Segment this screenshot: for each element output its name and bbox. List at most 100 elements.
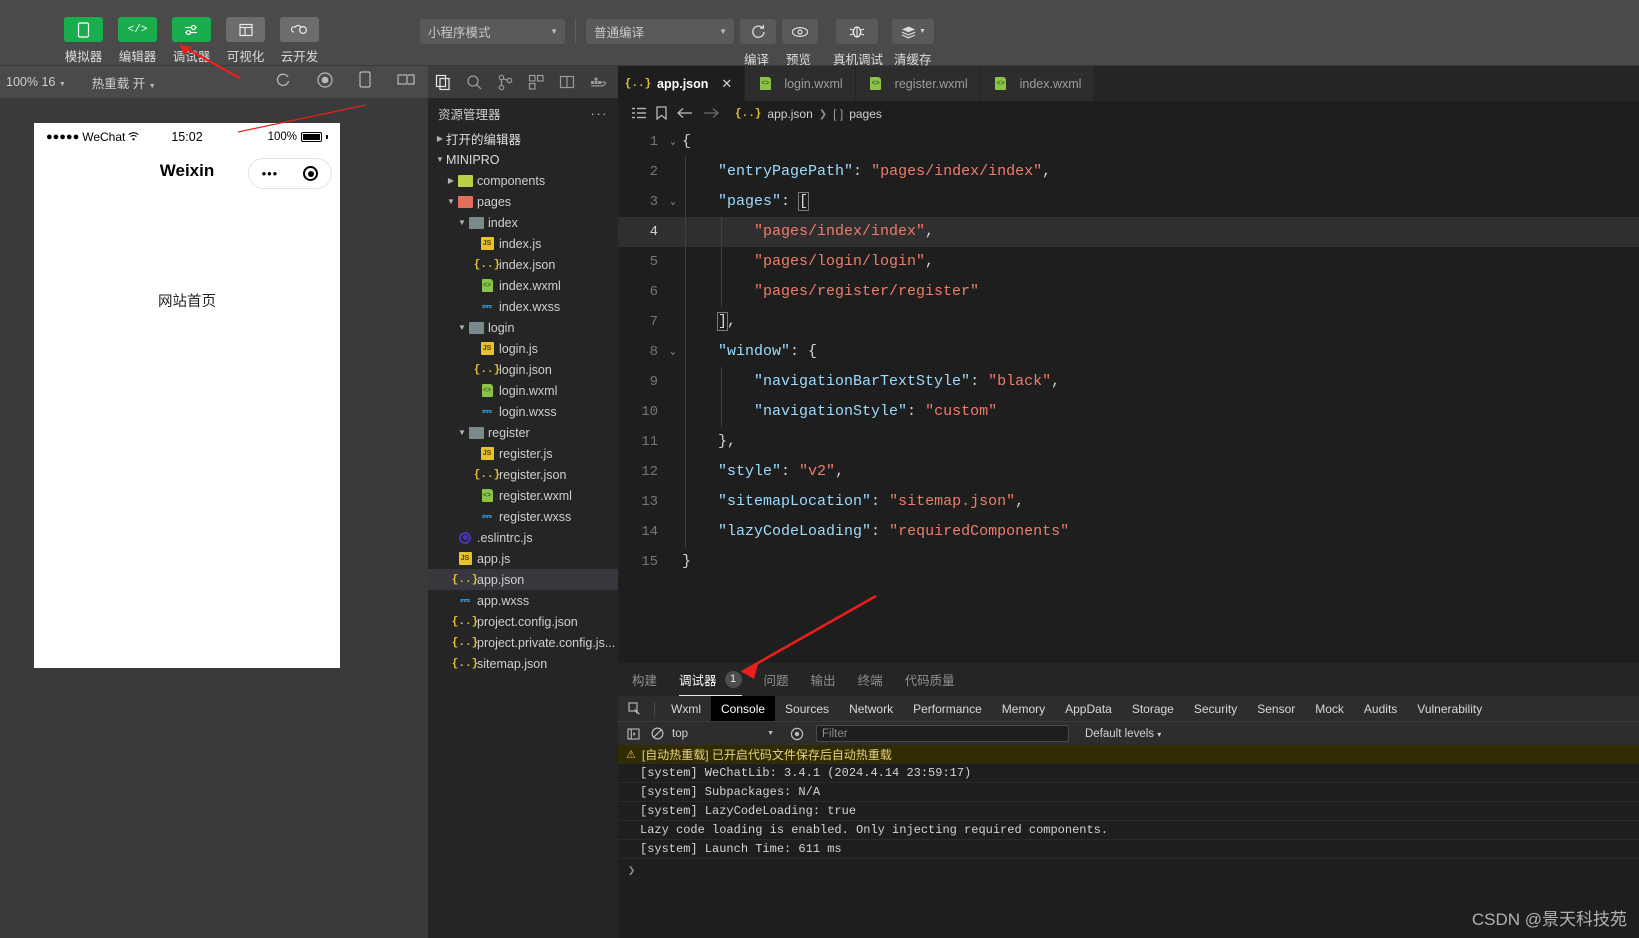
target-icon[interactable] xyxy=(303,166,319,181)
devtools-tab-Memory[interactable]: Memory xyxy=(992,696,1055,721)
chevron-down-icon[interactable]: ▼ xyxy=(456,323,468,332)
chevron-down-icon[interactable]: ▼ xyxy=(456,428,468,437)
code-line[interactable]: 12 "style": "v2", xyxy=(618,457,1639,487)
tree-item[interactable]: ▪<> index.wxml xyxy=(428,275,618,296)
code-line[interactable]: 3 ⌄ "pages": [ xyxy=(618,187,1639,217)
editor-tab-bar[interactable]: {..} app.json ✕ <> login.wxml <> register.wxml… xyxy=(618,66,1639,101)
panel-tab-代码质量[interactable]: 代码质量 xyxy=(905,663,955,696)
devtools-tab-Audits[interactable]: Audits xyxy=(1354,696,1407,721)
devtools-tab-Storage[interactable]: Storage xyxy=(1122,696,1184,721)
panel-tab-终端[interactable]: 终端 xyxy=(858,663,883,696)
code-line[interactable]: 4 "pages/index/index", xyxy=(618,217,1639,247)
more-icon[interactable]: ••• xyxy=(262,166,279,181)
tree-item[interactable]: ▪{..}app.json xyxy=(428,569,618,590)
live-expression-icon[interactable] xyxy=(788,727,806,741)
tree-item[interactable]: ▼ index xyxy=(428,212,618,233)
devtools-tab-Wxml[interactable]: Wxml xyxy=(661,696,711,721)
editor-tab-app.json[interactable]: {..} app.json ✕ xyxy=(618,66,746,101)
devtools-tab-Console[interactable]: Console xyxy=(711,696,776,721)
tree-item[interactable]: ▶ components xyxy=(428,170,618,191)
devtools-tab-Performance[interactable]: Performance xyxy=(903,696,992,721)
code-line[interactable]: 7 ], xyxy=(618,307,1639,337)
editor-tab-register.wxml[interactable]: <> register.wxml xyxy=(855,66,981,101)
bookmark-icon[interactable] xyxy=(656,105,667,123)
console-log-list[interactable]: ⚠ [自动热重载] 已开启代码文件保存后自动热重载 [system] WeChatL… xyxy=(618,745,1639,859)
tree-item[interactable]: ▪JS register.js xyxy=(428,443,618,464)
panel-tab-bar[interactable]: 构建 调试器 1 问题 输出 终端 代码质量 xyxy=(618,663,1639,696)
code-line[interactable]: 8 ⌄ "window": { xyxy=(618,337,1639,367)
files-icon[interactable] xyxy=(428,66,459,98)
console-log-row[interactable]: [system] Launch Time: 611 ms xyxy=(618,840,1639,859)
chevron-right-icon[interactable]: ▶ xyxy=(445,176,457,185)
tree-item[interactable]: ▼ login xyxy=(428,317,618,338)
outline-icon[interactable] xyxy=(632,107,646,122)
compile-button[interactable]: 编译 xyxy=(740,19,776,67)
editor-tab-index.wxml[interactable]: <> index.wxml xyxy=(980,66,1095,101)
code-area[interactable]: 1 ⌄{2 "entryPagePath": "pages/index/index… xyxy=(618,127,1639,663)
code-line[interactable]: 13 "sitemapLocation": "sitemap.json", xyxy=(618,487,1639,517)
device-icon[interactable] xyxy=(359,71,371,93)
clear-console-icon[interactable] xyxy=(648,727,666,740)
devtools-tab-AppData[interactable]: AppData xyxy=(1055,696,1122,721)
console-levels-select[interactable]: Default levels ▾ xyxy=(1085,728,1161,740)
console-log-row[interactable]: [system] WeChatLib: 3.4.1 (2024.4.14 23:… xyxy=(618,764,1639,783)
chevron-down-icon[interactable]: ▼ xyxy=(434,155,446,164)
preview-button[interactable]: 预览 xyxy=(782,19,818,67)
toolbar-button-visualization[interactable]: 可视化 xyxy=(226,17,265,65)
tree-item[interactable]: ▪⎓ index.wxss xyxy=(428,296,618,317)
code-line[interactable]: 5 "pages/login/login", xyxy=(618,247,1639,277)
tree-item[interactable]: ▪ .eslintrc.js xyxy=(428,527,618,548)
fold-chevron-down-icon[interactable]: ⌄ xyxy=(664,187,682,217)
search-icon[interactable] xyxy=(459,66,490,98)
breadcrumb-node[interactable]: pages xyxy=(849,107,882,121)
tree-item[interactable]: ▪<> register.wxml xyxy=(428,485,618,506)
tree-item[interactable]: ▪JS login.js xyxy=(428,338,618,359)
hotreload-select[interactable]: 热重载 开 ▼ xyxy=(92,73,156,92)
file-tree[interactable]: ▶打开的编辑器▼MINIPRO▶components▼pages▼index▪J… xyxy=(428,128,618,674)
panel-tab-构建[interactable]: 构建 xyxy=(632,663,657,696)
devtools-tab-Network[interactable]: Network xyxy=(839,696,903,721)
tree-item[interactable]: ▪⎓ register.wxss xyxy=(428,506,618,527)
code-line[interactable]: 10 "navigationStyle": "custom" xyxy=(618,397,1639,427)
code-line[interactable]: 14 "lazyCodeLoading": "requiredComponent… xyxy=(618,517,1639,547)
split-editor-icon[interactable] xyxy=(552,66,583,98)
console-sidebar-icon[interactable] xyxy=(624,727,642,740)
clear-cache-button[interactable]: ▼ 清缓存 xyxy=(892,19,934,67)
devtools-tab-Sources[interactable]: Sources xyxy=(775,696,839,721)
devtools-tab-Vulnerability[interactable]: Vulnerability xyxy=(1407,696,1492,721)
tree-item[interactable]: ▼ register xyxy=(428,422,618,443)
tree-section-MINIPRO[interactable]: ▼ MINIPRO xyxy=(428,149,618,170)
code-line[interactable]: 11 }, xyxy=(618,427,1639,457)
toolbar-button-debugger[interactable]: 调试器 xyxy=(172,17,211,65)
tree-item[interactable]: ▪{..}register.json xyxy=(428,464,618,485)
tree-item[interactable]: ▪JS app.js xyxy=(428,548,618,569)
fold-chevron-down-icon[interactable]: ⌄ xyxy=(664,337,682,367)
chevron-right-icon[interactable]: ▶ xyxy=(434,134,446,143)
breadcrumb[interactable]: {..} app.json ❯ [ ] pages xyxy=(735,107,882,121)
close-icon[interactable]: ✕ xyxy=(721,76,732,92)
console-log-row[interactable]: [system] LazyCodeLoading: true xyxy=(618,802,1639,821)
code-line[interactable]: 1 ⌄{ xyxy=(618,127,1639,157)
tree-item[interactable]: ▪JS index.js xyxy=(428,233,618,254)
tree-section-打开的编辑器[interactable]: ▶ 打开的编辑器 xyxy=(428,128,618,149)
tree-item[interactable]: ▪{..}index.json xyxy=(428,254,618,275)
devtools-tab-Sensor[interactable]: Sensor xyxy=(1247,696,1305,721)
tree-item[interactable]: ▼ pages xyxy=(428,191,618,212)
panel-tab-调试器[interactable]: 调试器 1 xyxy=(679,663,742,696)
source-control-icon[interactable] xyxy=(490,66,521,98)
editor-tab-login.wxml[interactable]: <> login.wxml xyxy=(745,66,856,101)
code-line[interactable]: 15} xyxy=(618,547,1639,577)
arrow-left-icon[interactable] xyxy=(677,107,693,122)
devtools-tab-bar[interactable]: Wxml Console Sources Network Performance Memo… xyxy=(618,696,1639,721)
record-icon[interactable] xyxy=(317,71,333,93)
phone-preview[interactable]: ●●●●● WeChat 15:02 100% Weixin ••• 网站首页 xyxy=(34,123,340,668)
console-log-row[interactable]: ⚠ [自动热重载] 已开启代码文件保存后自动热重载 xyxy=(618,745,1639,764)
arrow-right-icon[interactable] xyxy=(703,107,719,122)
zoom-select[interactable]: 100% 16 ▼ xyxy=(6,75,66,89)
devtools-tab-Mock[interactable]: Mock xyxy=(1305,696,1354,721)
tree-item[interactable]: ▪⎓ app.wxss xyxy=(428,590,618,611)
console-context-select[interactable]: top ▼ xyxy=(672,725,782,742)
fold-chevron-down-icon[interactable]: ⌄ xyxy=(664,127,682,157)
tree-item[interactable]: ▪{..}sitemap.json xyxy=(428,653,618,674)
rotate-icon[interactable] xyxy=(397,72,415,92)
